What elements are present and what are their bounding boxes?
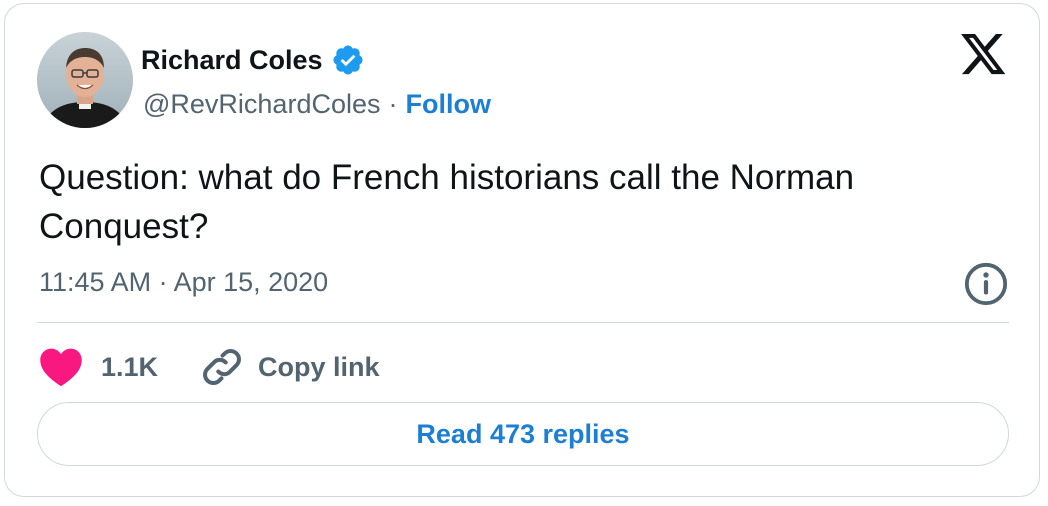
info-icon[interactable]	[963, 261, 1009, 307]
author-handle-row: @RevRichardColes · Follow	[143, 84, 491, 124]
read-replies-button[interactable]: Read 473 replies	[37, 402, 1009, 466]
author-handle[interactable]: @RevRichardColes	[143, 84, 381, 124]
copy-link-button[interactable]: Copy link	[200, 345, 380, 389]
follow-button[interactable]: Follow	[406, 84, 491, 124]
avatar[interactable]	[37, 32, 133, 128]
copy-link-label: Copy link	[258, 351, 380, 382]
heart-icon	[40, 348, 82, 387]
like-count: 1.1K	[101, 351, 159, 382]
author-display-name[interactable]: Richard Coles	[141, 40, 323, 80]
tweet-timestamp[interactable]: 11:45 AM · Apr 15, 2020	[39, 262, 328, 302]
tweet-actions: 1.1K Copy link	[39, 342, 380, 392]
divider	[37, 322, 1009, 323]
link-icon	[203, 348, 242, 386]
like-button[interactable]: 1.1K	[39, 347, 158, 387]
profile-photo-icon	[37, 32, 133, 128]
separator-dot: ·	[388, 89, 398, 119]
author-name-row: Richard Coles	[141, 40, 365, 80]
tweet-text: Question: what do French historians call…	[39, 158, 855, 246]
tweet-card: Richard Coles @RevRichardColes · Follow …	[4, 3, 1040, 497]
x-logo-icon[interactable]	[961, 34, 1007, 76]
verified-badge-icon	[331, 43, 365, 77]
